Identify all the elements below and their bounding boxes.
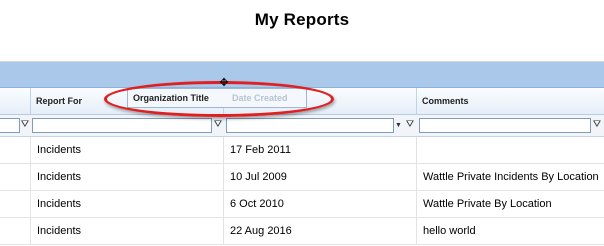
- row-indicator-cell: [0, 191, 30, 217]
- table-row[interactable]: Incidents 10 Jul 2009 Wattle Private Inc…: [0, 164, 604, 191]
- cell-comments: hello world: [416, 218, 604, 244]
- move-cursor-icon: ✥: [219, 77, 229, 89]
- funnel-icon[interactable]: ⛛: [213, 118, 223, 132]
- cell-report-for: Incidents: [30, 218, 223, 244]
- filter-input-leading[interactable]: [0, 118, 20, 133]
- cell-date-created: 22 Aug 2016: [223, 218, 416, 244]
- group-by-panel[interactable]: [0, 62, 604, 88]
- funnel-icon[interactable]: ⛛: [592, 118, 602, 132]
- cell-report-for: Incidents: [30, 137, 223, 163]
- column-header-comments[interactable]: Comments: [416, 88, 604, 114]
- cell-comments: Wattle Private Incidents By Location: [416, 164, 604, 190]
- cell-date-created: 6 Oct 2010: [223, 191, 416, 217]
- funnel-icon[interactable]: ⛛: [405, 118, 415, 132]
- table-row[interactable]: Incidents 17 Feb 2011: [0, 137, 604, 164]
- cell-comments: Wattle Private By Location: [416, 191, 604, 217]
- filter-input-report-for[interactable]: [32, 118, 212, 133]
- row-indicator-cell: [0, 137, 30, 163]
- funnel-icon[interactable]: ⛛: [20, 118, 30, 132]
- table-row[interactable]: Incidents 6 Oct 2010 Wattle Private By L…: [0, 191, 604, 218]
- cell-report-for: Incidents: [30, 191, 223, 217]
- row-indicator-cell: [0, 164, 30, 190]
- filter-input-comments[interactable]: [419, 118, 591, 133]
- cell-report-for: Incidents: [30, 164, 223, 190]
- table-row[interactable]: Incidents 22 Aug 2016 hello world: [0, 218, 604, 245]
- filter-row: ⛛ ⛛ ▼ ⛛ ⛛: [0, 115, 604, 137]
- chevron-down-icon[interactable]: ▼: [394, 118, 403, 133]
- cell-date-created: 17 Feb 2011: [223, 137, 416, 163]
- filter-input-date-created[interactable]: [226, 118, 394, 133]
- cell-date-created: 10 Jul 2009: [223, 164, 416, 190]
- title-area: My Reports: [0, 0, 604, 62]
- page-title: My Reports: [254, 10, 350, 29]
- row-indicator-cell: [0, 218, 30, 244]
- cell-comments: [416, 137, 604, 163]
- column-header-leading[interactable]: [0, 88, 30, 114]
